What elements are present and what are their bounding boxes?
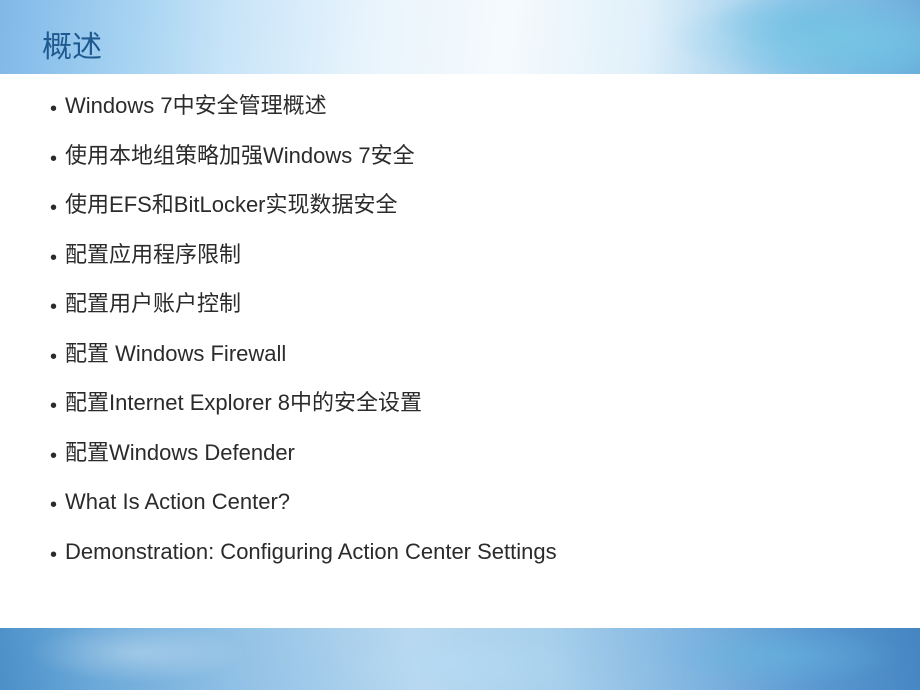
bullet-text: What Is Action Center? <box>65 488 290 516</box>
bullet-text: 配置 Windows Firewall <box>65 340 286 368</box>
bullet-icon: • <box>50 347 57 367</box>
presentation-slide: 概述 • Windows 7中安全管理概述 • 使用本地组策略加强Windows… <box>0 0 920 690</box>
bullet-icon: • <box>50 99 57 119</box>
bullet-text: 使用本地组策略加强Windows 7安全 <box>65 142 415 170</box>
bullet-icon: • <box>50 545 57 565</box>
bullet-text: 配置应用程序限制 <box>65 241 241 269</box>
list-item: • 使用EFS和BitLocker实现数据安全 <box>50 191 870 219</box>
bullet-icon: • <box>50 149 57 169</box>
footer-texture <box>0 628 920 690</box>
slide-footer <box>0 628 920 690</box>
header-texture <box>552 0 920 74</box>
bullet-icon: • <box>50 495 57 515</box>
bullet-text: Windows 7中安全管理概述 <box>65 92 327 120</box>
bullet-icon: • <box>50 396 57 416</box>
slide-header: 概述 <box>0 0 920 74</box>
bullet-icon: • <box>50 297 57 317</box>
bullet-icon: • <box>50 198 57 218</box>
list-item: • Demonstration: Configuring Action Cent… <box>50 538 870 566</box>
bullet-list: • Windows 7中安全管理概述 • 使用本地组策略加强Windows 7安… <box>50 92 870 565</box>
list-item: • 配置 Windows Firewall <box>50 340 870 368</box>
bullet-text: 配置用户账户控制 <box>65 290 241 318</box>
list-item: • 配置Windows Defender <box>50 439 870 467</box>
slide-title: 概述 <box>42 22 102 66</box>
list-item: • 配置用户账户控制 <box>50 290 870 318</box>
bullet-text: Demonstration: Configuring Action Center… <box>65 538 557 566</box>
slide-content: • Windows 7中安全管理概述 • 使用本地组策略加强Windows 7安… <box>0 74 920 565</box>
list-item: • 配置Internet Explorer 8中的安全设置 <box>50 389 870 417</box>
bullet-text: 配置Windows Defender <box>65 439 295 467</box>
bullet-icon: • <box>50 446 57 466</box>
list-item: • What Is Action Center? <box>50 488 870 516</box>
list-item: • 配置应用程序限制 <box>50 241 870 269</box>
list-item: • 使用本地组策略加强Windows 7安全 <box>50 142 870 170</box>
bullet-icon: • <box>50 248 57 268</box>
list-item: • Windows 7中安全管理概述 <box>50 92 870 120</box>
bullet-text: 配置Internet Explorer 8中的安全设置 <box>65 389 422 417</box>
bullet-text: 使用EFS和BitLocker实现数据安全 <box>65 191 398 219</box>
